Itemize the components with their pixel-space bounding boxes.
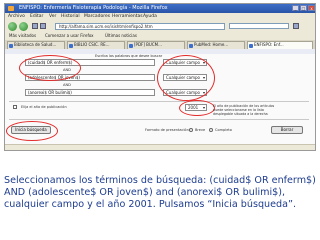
search-term-input-3[interactable]: (anorexi$ OR bulimi$) — [25, 89, 155, 96]
search-icon[interactable] — [293, 23, 299, 29]
menu-item-editar[interactable]: Editar — [30, 14, 43, 19]
operator-label-2: AND — [63, 83, 71, 87]
tab-label: PubMed: Home... — [194, 42, 229, 47]
bookmark-item[interactable]: Más visitados — [9, 33, 36, 38]
home-icon[interactable] — [40, 23, 46, 29]
clear-button[interactable]: Borrar — [271, 126, 303, 134]
back-icon[interactable] — [8, 22, 17, 31]
bookmark-item[interactable]: Últimas noticias — [105, 33, 137, 38]
divider — [9, 119, 309, 120]
reload-icon[interactable] — [32, 23, 38, 29]
menu-item-herramientas[interactable]: Herramientas — [112, 14, 143, 19]
menu-item-historial[interactable]: Historial — [61, 14, 80, 19]
year-filter-label: Elija el año de publicación — [21, 105, 67, 109]
menu-item-ver[interactable]: Ver — [49, 14, 56, 19]
slide-caption: Seleccionamos los términos de búsqueda: … — [4, 175, 316, 210]
format-label: Formato de presentación: — [145, 128, 190, 132]
tab-enfispo[interactable]: ENFISPO: Enf... — [247, 41, 313, 49]
firefox-icon — [8, 6, 14, 11]
format-radio-completo[interactable] — [209, 128, 213, 132]
window-titlebar: ENFISPO: Enfermería Fisioterapia Podolog… — [5, 4, 315, 13]
browser-screenshot: ENFISPO: Enfermería Fisioterapia Podolog… — [4, 3, 316, 151]
menu-item-archivo[interactable]: Archivo — [8, 14, 25, 19]
year-help-text: desplegable situada a la derecha — [213, 112, 268, 116]
highlight-ring-terms — [19, 55, 81, 81]
bookmark-item[interactable]: Comenzar a usar Firefox — [45, 33, 94, 38]
highlight-ring-fields — [157, 55, 215, 101]
format-option-breve: Breve — [195, 128, 206, 132]
address-bar[interactable]: http://alfama.sim.ucm.es/isishtm/enfispo… — [55, 23, 225, 30]
highlight-ring-year — [179, 100, 215, 116]
status-bar — [5, 144, 315, 150]
format-radio-breve[interactable] — [189, 128, 193, 132]
menu-item-ayuda[interactable]: Ayuda — [143, 14, 157, 19]
tab-label: [PDF] BUCM... — [134, 42, 162, 47]
highlight-ring-search-button — [6, 121, 58, 141]
tab-label: Biblioteca de Salud... — [14, 42, 57, 47]
divider — [9, 101, 309, 102]
maximize-button[interactable]: □ — [300, 5, 307, 11]
window-title: ENFISPO: Enfermería Fisioterapia Podolog… — [19, 5, 168, 11]
tab-pdf-bucm[interactable]: [PDF] BUCM... — [127, 41, 185, 49]
forward-icon[interactable] — [19, 22, 28, 31]
format-option-completo: Completo — [215, 128, 232, 132]
tab-label: ENFISPO: Enf... — [254, 42, 284, 47]
close-button[interactable]: x — [308, 5, 315, 11]
tab-label: BIBLIO CSIC. RE... — [74, 42, 110, 47]
minimize-button[interactable]: _ — [292, 5, 299, 11]
bookmarks-bar: Más visitados Comenzar a usar Firefox Úl… — [5, 32, 315, 40]
page-content: Escriba las palabras que desee buscar (c… — [5, 49, 315, 150]
menu-bar: Archivo Editar Ver Historial Marcadores … — [5, 13, 315, 21]
tab-biblio-csic[interactable]: BIBLIO CSIC. RE... — [67, 41, 125, 49]
search-bar[interactable] — [229, 23, 289, 29]
year-filter-checkbox[interactable] — [13, 105, 17, 109]
tab-biblioteca[interactable]: Biblioteca de Salud... — [7, 41, 65, 49]
tab-pubmed[interactable]: PubMed: Home... — [187, 41, 245, 49]
menu-item-marcadores[interactable]: Marcadores — [84, 14, 110, 19]
search-hint: Escriba las palabras que desee buscar — [95, 54, 163, 58]
